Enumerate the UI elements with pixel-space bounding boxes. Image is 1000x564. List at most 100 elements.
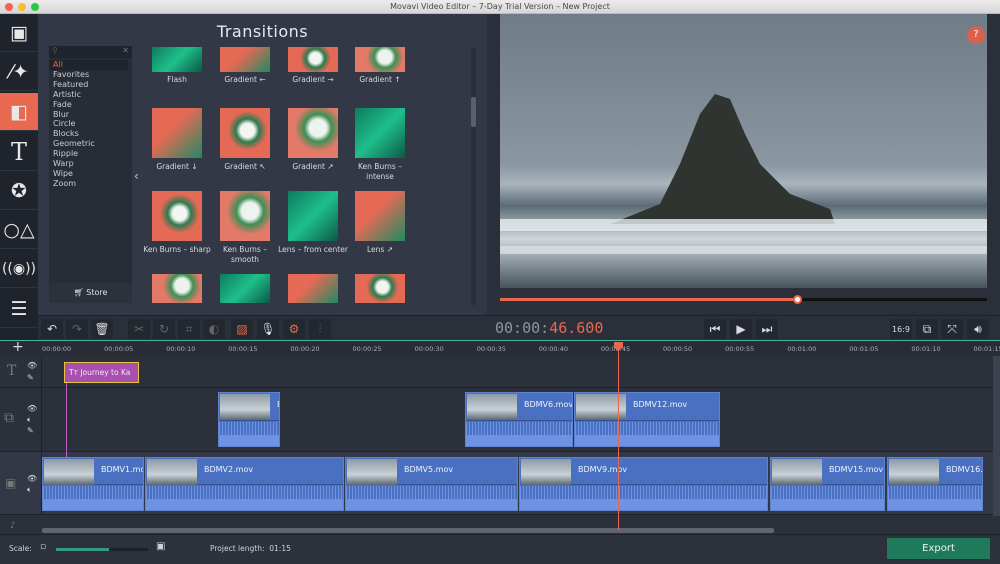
title-clip[interactable]: Tᴛ Journey to Ka (64, 362, 139, 383)
aspect-ratio-button[interactable]: 16:9 (890, 319, 912, 339)
undo-button[interactable]: ↶ (41, 319, 63, 339)
category-all[interactable]: All (49, 60, 128, 70)
category-list: ⚲ ✕ All Favorites Featured Artistic Fade Blur… (49, 46, 132, 303)
sidebar-item-import[interactable]: ▣ (0, 14, 38, 52)
category-blocks[interactable]: Blocks (53, 129, 79, 139)
settings-button[interactable]: ⚙ (283, 319, 305, 339)
video-clip[interactable]: BDMV5.mov (345, 457, 518, 511)
playhead[interactable] (618, 342, 619, 530)
export-button[interactable]: Export (887, 538, 990, 559)
timeline-vertical-scrollbar[interactable] (993, 356, 1000, 516)
sidebar-item-titles[interactable]: T (0, 133, 38, 171)
transition-thumbnail[interactable] (152, 191, 202, 241)
clear-search-icon[interactable]: ✕ (122, 46, 129, 55)
transition-thumbnail[interactable] (152, 47, 202, 72)
category-blur[interactable]: Blur (53, 110, 69, 120)
transition-thumbnail[interactable] (355, 108, 405, 158)
video-clip[interactable]: BDMV9.mov (519, 457, 768, 511)
video-clip[interactable]: BDMV6.mov (465, 392, 573, 447)
sidebar-item-record[interactable]: ((◉)) (0, 250, 38, 288)
next-frame-button[interactable]: ⏭︎ (756, 319, 778, 339)
cut-button[interactable]: ✂ (128, 319, 150, 339)
zoom-in-icon[interactable]: ▣ (156, 541, 165, 552)
video-clip[interactable]: BDMV16.mov (887, 457, 983, 511)
category-warp[interactable]: Warp (53, 159, 74, 169)
search-input[interactable]: ⚲ ✕ (49, 46, 132, 58)
scrollbar-thumb[interactable] (471, 97, 476, 127)
close-window-button[interactable] (5, 3, 13, 11)
equalizer-button[interactable]: ⫶ (309, 319, 331, 339)
record-voice-button[interactable]: 🎙︎ (257, 319, 279, 339)
help-button[interactable]: ? (967, 26, 985, 44)
track-header: ▣ 👁︎ 🔈︎ (0, 452, 42, 514)
lock-pencil-icon[interactable]: ✎ (27, 373, 34, 382)
video-clip[interactable]: BDMV15.mov (770, 457, 885, 511)
visibility-eye-icon[interactable]: 👁︎ (27, 404, 37, 413)
minimize-window-button[interactable] (18, 3, 26, 11)
sidebar-item-callouts[interactable]: ○△ (0, 211, 38, 249)
title-clip-icon: Tᴛ (69, 368, 81, 377)
category-wipe[interactable]: Wipe (53, 169, 73, 179)
sidebar-item-more[interactable]: ☰ (0, 290, 38, 328)
video-clip[interactable]: BDMV12.mov (574, 392, 720, 447)
transition-thumbnail[interactable] (355, 191, 405, 241)
timeline-horizontal-scrollbar[interactable] (42, 528, 774, 533)
category-featured[interactable]: Featured (53, 80, 88, 90)
panel-scrollbar[interactable] (471, 48, 476, 305)
transition-thumbnail[interactable] (355, 274, 405, 303)
transition-thumbnail[interactable] (355, 47, 405, 72)
crop-button[interactable]: ⌗ (178, 319, 200, 339)
transition-thumbnail[interactable] (220, 191, 270, 241)
transition-thumbnail[interactable] (152, 274, 202, 303)
redo-button[interactable]: ↷ (66, 319, 88, 339)
video-preview[interactable] (500, 14, 987, 288)
add-track-button[interactable]: + (12, 339, 24, 355)
fullscreen-button[interactable]: ⤧ (941, 319, 963, 339)
mute-speaker-icon[interactable]: 🔈︎ (27, 415, 32, 425)
volume-button[interactable]: 🔊︎ (967, 319, 989, 339)
detach-preview-button[interactable]: ⧉ (916, 319, 938, 339)
zoom-out-icon[interactable]: ▫ (40, 542, 46, 552)
visibility-eye-icon[interactable]: 👁︎ (27, 474, 37, 483)
category-zoom[interactable]: Zoom (53, 179, 76, 189)
transition-thumbnail[interactable] (220, 47, 270, 72)
rotate-button[interactable]: ↻ (153, 319, 175, 339)
image-button[interactable]: ▨ (231, 319, 253, 339)
maximize-window-button[interactable] (31, 3, 39, 11)
transition-thumbnail[interactable] (220, 108, 270, 158)
delete-button[interactable]: 🗑︎ (91, 319, 113, 339)
transition-thumbnail[interactable] (220, 274, 270, 303)
category-artistic[interactable]: Artistic (53, 90, 81, 100)
category-favorites[interactable]: Favorites (53, 70, 89, 80)
sidebar-item-filters[interactable]: ⁄✦ (0, 53, 38, 91)
transition-thumbnail[interactable] (288, 47, 338, 72)
category-ripple[interactable]: Ripple (53, 149, 78, 159)
visibility-eye-icon[interactable]: 👁︎ (27, 361, 37, 370)
category-circle[interactable]: Circle (53, 119, 75, 129)
collapse-panel-icon[interactable]: ‹ (134, 169, 139, 183)
scale-slider[interactable] (56, 548, 148, 551)
category-fade[interactable]: Fade (53, 100, 72, 110)
store-button[interactable]: 🛒︎ Store (49, 283, 132, 303)
timeline-ruler[interactable]: + 00:00:00 00:00:05 00:00:10 00:00:15 00:00:… (0, 339, 1000, 356)
transition-thumbnail[interactable] (288, 108, 338, 158)
transition-label: Gradient → (292, 75, 334, 84)
category-geometric[interactable]: Geometric (53, 139, 95, 149)
transition-label: Ken Burns – intense (358, 162, 402, 181)
play-button[interactable]: ▶ (730, 319, 752, 339)
playback-progress[interactable] (500, 295, 987, 304)
lock-pencil-icon[interactable]: ✎ (27, 426, 34, 435)
mute-speaker-icon[interactable]: 🔈︎ (27, 485, 32, 495)
sidebar-item-transitions[interactable]: ◧ (0, 93, 38, 131)
video-clip[interactable]: Bl (218, 392, 280, 447)
sidebar-item-stickers[interactable]: ✪ (0, 172, 38, 210)
transition-thumbnail[interactable] (152, 108, 202, 158)
previous-frame-button[interactable]: ⏮︎ (704, 319, 726, 339)
transition-thumbnail[interactable] (288, 191, 338, 241)
video-clip[interactable]: BDMV2.mov (145, 457, 344, 511)
clip-thumbnail (521, 459, 571, 485)
color-adjust-button[interactable]: ◐ (203, 319, 225, 339)
video-clip[interactable]: BDMV1.mov (42, 457, 144, 511)
progress-handle[interactable] (793, 295, 803, 304)
transition-thumbnail[interactable] (288, 274, 338, 303)
